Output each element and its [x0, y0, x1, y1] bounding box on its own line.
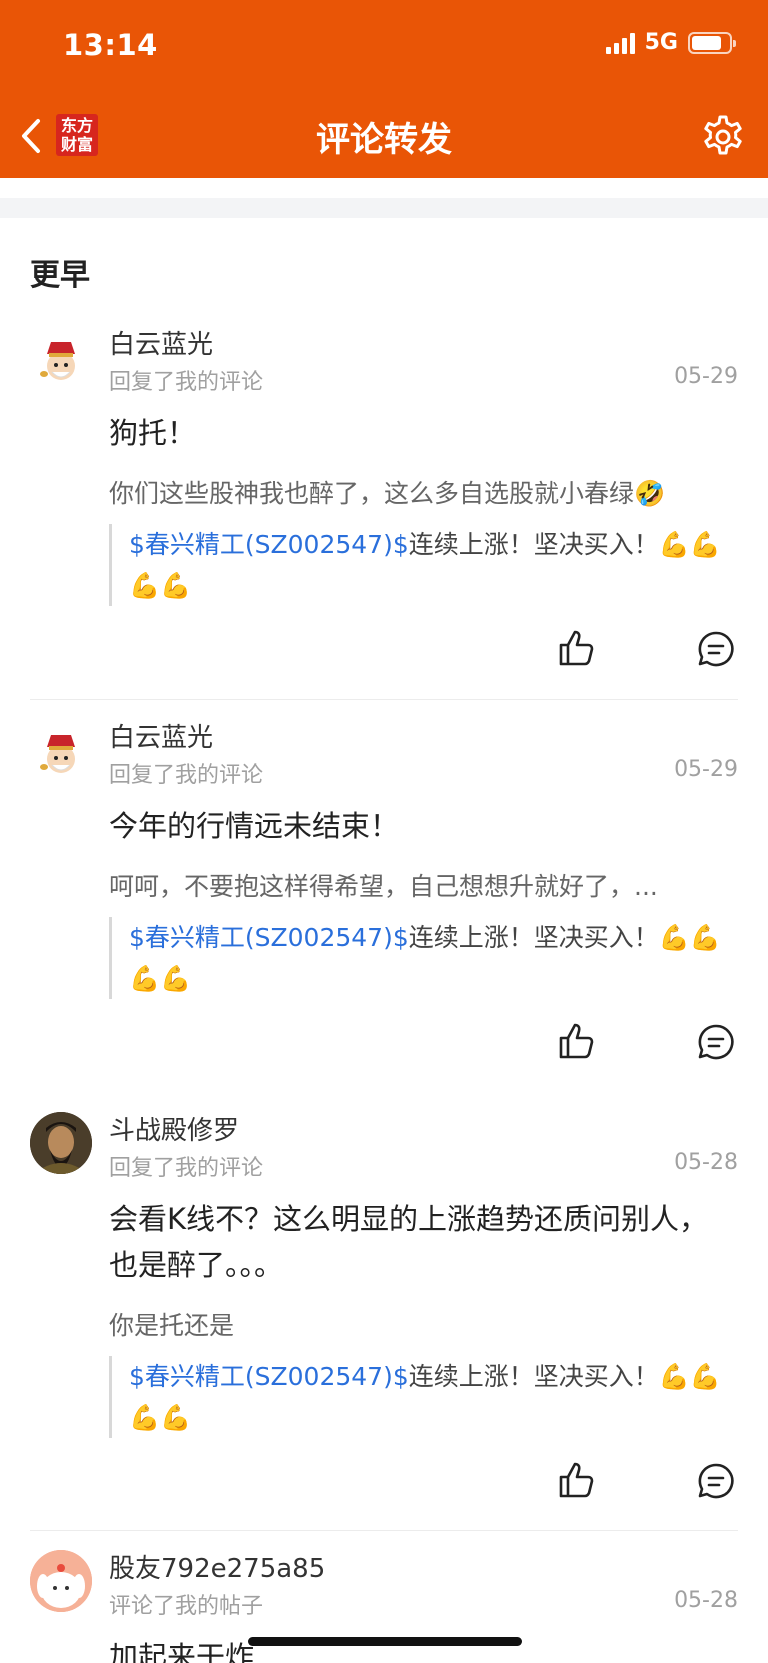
stock-link[interactable]: $春兴精工(SZ002547)$ — [129, 923, 409, 952]
fortune-god-avatar[interactable] — [30, 330, 92, 392]
list-item[interactable]: 白云蓝光 回复了我的评论 05-29 狗托！ 你们这些股神我也醉了，这么多自选股… — [0, 320, 768, 700]
fortune-god-avatar[interactable] — [30, 723, 92, 785]
reply-text[interactable]: 狗托！ — [109, 410, 719, 456]
network-type: 5G — [644, 30, 678, 55]
settings-button[interactable] — [700, 114, 746, 160]
username[interactable]: 斗战殿修罗 — [109, 1110, 239, 1147]
reply-text[interactable]: 会看K线不？这么明显的上涨趋势还质问别人，也是醉了。。。 — [109, 1196, 709, 1288]
section-title: 更早 — [30, 258, 90, 293]
list-item[interactable]: 白云蓝光 回复了我的评论 05-29 今年的行情远未结束！ 呵呵，不要抱这样得希… — [0, 713, 768, 1093]
home-indicator[interactable] — [248, 1637, 522, 1646]
thumbs-up-icon — [559, 1462, 594, 1498]
separator — [30, 1530, 738, 1531]
action-text: 回复了我的评论 — [109, 370, 264, 395]
separator — [30, 699, 738, 700]
battery-icon — [688, 31, 736, 54]
comment-button[interactable] — [697, 630, 735, 668]
list-item[interactable]: 斗战殿修罗 回复了我的评论 05-28 会看K线不？这么明显的上涨趋势还质问别人… — [0, 1106, 768, 1531]
comment-icon — [698, 631, 734, 667]
thumbs-up-icon — [559, 1023, 594, 1059]
signal-icon — [605, 32, 635, 54]
comment-button[interactable] — [697, 1023, 735, 1061]
thumbs-up-icon — [559, 630, 594, 666]
original-comment[interactable]: 呵呵，不要抱这样得希望，自己想想升就好了，... — [109, 867, 719, 903]
date: 05-28 — [674, 1588, 738, 1613]
divider-band — [0, 198, 768, 218]
comment-icon — [698, 1463, 734, 1499]
quoted-post[interactable]: $春兴精工(SZ002547)$连续上涨！坚决买入！💪💪💪💪 — [109, 524, 729, 606]
stock-link[interactable]: $春兴精工(SZ002547)$ — [129, 530, 409, 559]
action-text: 评论了我的帖子 — [109, 1594, 264, 1619]
comment-button[interactable] — [697, 1462, 735, 1500]
like-button[interactable] — [556, 1021, 596, 1061]
reply-text[interactable]: 今年的行情远未结束！ — [109, 803, 719, 849]
username[interactable]: 股友792e275a85 — [109, 1548, 325, 1585]
status-time: 13:14 — [63, 28, 158, 62]
quoted-post[interactable]: $春兴精工(SZ002547)$连续上涨！坚决买入！💪💪💪💪 — [109, 1356, 729, 1438]
cartoon-dog-avatar[interactable] — [30, 1550, 92, 1612]
like-button[interactable] — [556, 1460, 596, 1500]
page-title: 评论转发 — [316, 120, 452, 160]
username[interactable]: 白云蓝光 — [109, 717, 213, 754]
date: 05-29 — [674, 364, 738, 389]
action-text: 回复了我的评论 — [109, 763, 264, 788]
date: 05-29 — [674, 757, 738, 782]
top-bar: 13:14 5G 东方 财富 评论转发 — [0, 0, 768, 178]
stock-link[interactable]: $春兴精工(SZ002547)$ — [129, 1362, 409, 1391]
original-comment[interactable]: 你是托还是 — [109, 1306, 719, 1342]
like-button[interactable] — [556, 628, 596, 668]
comment-icon — [698, 1024, 734, 1060]
username[interactable]: 白云蓝光 — [109, 324, 213, 361]
action-text: 回复了我的评论 — [109, 1156, 264, 1181]
quoted-post[interactable]: $春兴精工(SZ002547)$连续上涨！坚决买入！💪💪💪💪 — [109, 917, 729, 999]
status-icons: 5G — [605, 30, 736, 55]
date: 05-28 — [674, 1150, 738, 1175]
original-comment[interactable]: 你们这些股神我也醉了，这么多自选股就小春绿🤣 — [109, 474, 719, 510]
warrior-avatar[interactable] — [30, 1112, 92, 1174]
gear-icon — [704, 115, 742, 155]
